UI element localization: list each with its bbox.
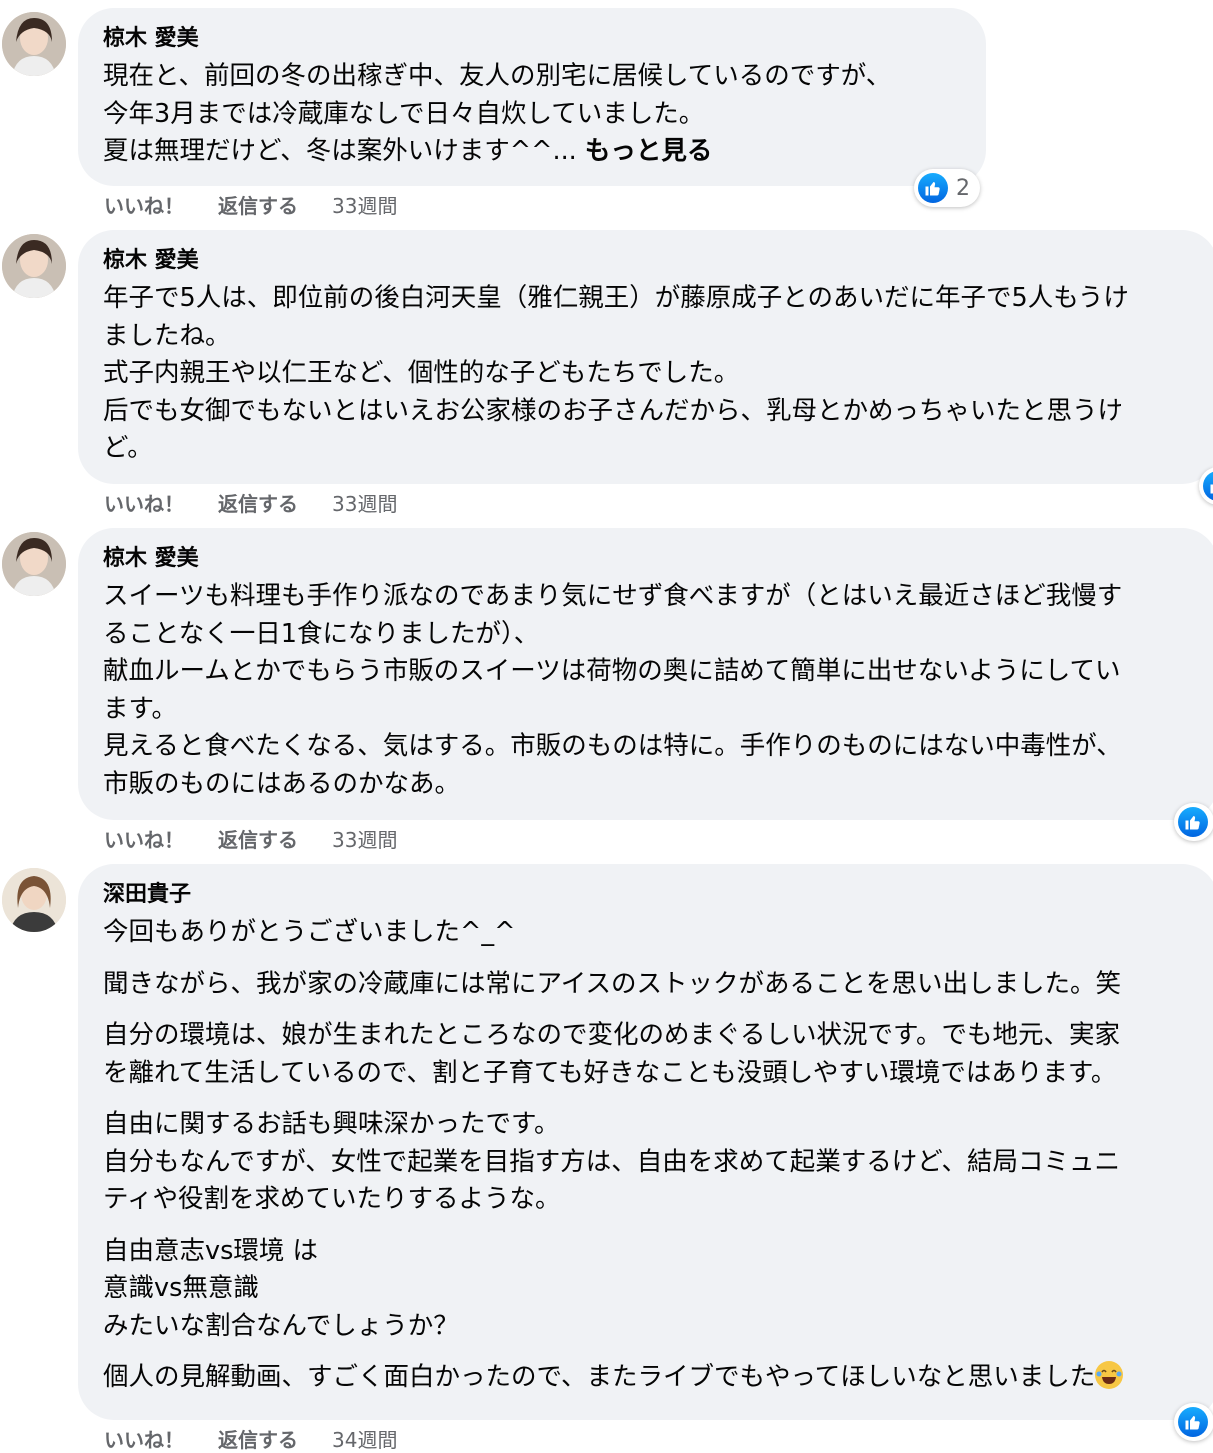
comment-line: 夏は無理だけど、冬は案外いけます^^... もっと見る [103,133,986,171]
comment-line: 今回もありがとうございました^_^ [103,917,516,947]
comment-actions: いいね！ 返信する 33週間 [104,488,431,517]
comment-line: 意識vs無意識 [103,1273,259,1303]
avatar[interactable] [2,532,66,596]
comment-timestamp[interactable]: 33週間 [332,828,397,852]
comment-line: を離れて生活しているので、割と子育ても好きなことも没頭しやすい環境ではあります。 [103,1057,1117,1088]
comment-timestamp[interactable]: 34週間 [332,1428,397,1452]
comment-line: 今年3月までは冷蔵庫なしで日々自炊していました。 [103,98,705,129]
reply-button[interactable]: 返信する [218,1428,298,1452]
comment-line: 聞きながら、我が家の冷蔵庫には常にアイスのストックがあることを思い出しました。笑 [103,968,1121,999]
like-icon [1178,807,1208,837]
like-button[interactable]: いいね！ [104,492,184,516]
comment-text: 年子で5人は、即位前の後白河天皇（雅仁親王）が藤原成子とのあいだに年子で5人もう… [103,280,1213,468]
comment-line: ど。 [103,433,153,463]
like-icon [1178,1407,1208,1437]
comment-line: 自由意志vs環境 は [103,1235,318,1266]
comment-line: みたいな割合なんでしょうか？ [103,1310,459,1341]
comment-timestamp[interactable]: 33週間 [332,194,397,218]
laughing-emoji-icon [1095,1361,1124,1389]
comment-line-text: 個人の見解動画、すごく面白かったので、またライブでもやってほしいなと思いました [103,1362,1096,1392]
reply-button[interactable]: 返信する [218,492,298,516]
reaction-summary[interactable] [1174,803,1213,841]
like-button[interactable]: いいね！ [104,1428,184,1452]
comment-timestamp[interactable]: 33週間 [332,492,397,516]
comment-bubble: 椋木 愛美 年子で5人は、即位前の後白河天皇（雅仁親王）が藤原成子とのあいだに年… [78,230,1213,484]
comment-line: スイーツも料理も手作り派なのであまり気にせず食べますが（とはいえ最近さほど我慢す [103,581,1123,611]
like-button[interactable]: いいね！ [104,194,184,218]
see-more-link[interactable]: もっと見る [585,136,713,166]
comment-line: 自由に関するお話も興味深かったです。 [103,1109,560,1139]
comment-line: ることなく一日1食になりましたが）、 [103,618,540,649]
comment-line: 式子内親王や以仁王など、個性的な子どもたちでした。 [103,358,740,388]
comment-line: 個人の見解動画、すごく面白かったので、またライブでもやってほしいなと思いました [103,1359,1213,1397]
comment-line: 自分の環境は、娘が生まれたところなので変化のめまぐるしい状況です。でも地元、実家 [103,1020,1120,1050]
avatar[interactable] [2,868,66,932]
comment-bubble: 椋木 愛美 現在と、前回の冬の出稼ぎ中、友人の別宅に居候しているのですが、 今年… [78,8,986,186]
comment-line: 年子で5人は、即位前の後白河天皇（雅仁親王）が藤原成子とのあいだに年子で5人もう… [103,283,1129,313]
comment-line: 献血ルームとかでもらう市販のスイーツは荷物の奥に詰めて簡単に出せないようにしてい [103,656,1121,686]
comment-bubble: 深田貴子 今回もありがとうございました^_^ 聞きながら、我が家の冷蔵庫には常に… [78,864,1213,1420]
avatar[interactable] [2,234,66,298]
comment-line: 自分もなんですが、女性で起業を目指す方は、自由を求めて起業するけど、結局コミュニ [103,1146,1120,1177]
comment-actions: いいね！ 返信する 33週間 [104,824,431,853]
comment-text: 現在と、前回の冬の出稼ぎ中、友人の別宅に居候しているのですが、 今年3月までは冷… [103,58,986,171]
like-icon [1203,471,1213,501]
comment-line: 后でも女御でもないとはいえお公家様のお子さんだから、乳母とかめっちゃいたと思うけ [103,395,1124,426]
comment-line: 市販のものにはあるのかなあ。 [103,768,461,799]
avatar[interactable] [2,12,66,76]
comment-actions: いいね！ 返信する 34週間 [104,1424,431,1453]
comment-line: 現在と、前回の冬の出稼ぎ中、友人の別宅に居候しているのですが、 [103,61,892,91]
comment-text: 今回もありがとうございました^_^ 聞きながら、我が家の冷蔵庫には常にアイスのス… [103,914,1213,1397]
like-button[interactable]: いいね！ [104,828,184,852]
comment-line-text: 夏は無理だけど、冬は案外いけます^^... [103,136,577,166]
comment-author[interactable]: 深田貴子 [103,880,1213,910]
comment-author[interactable]: 椋木 愛美 [103,544,1213,574]
comment-line: ティや役割を求めていたりするような。 [103,1184,561,1214]
reaction-count: 2 [956,175,970,201]
comment-line: 見えると食べたくなる、気はする。市販のものは特に。手作りのものにはない中毒性が、 [103,731,1122,761]
comment-text: スイーツも料理も手作り派なのであまり気にせず食べますが（とはいえ最近さほど我慢す… [103,578,1213,803]
comment-line: ましたね。 [103,320,231,351]
comment-author[interactable]: 椋木 愛美 [103,246,1213,276]
reaction-summary[interactable]: 2 [914,169,980,207]
comment-author[interactable]: 椋木 愛美 [103,24,986,54]
comment-actions: いいね！ 返信する 33週間 [104,190,431,219]
reply-button[interactable]: 返信する [218,194,298,218]
like-icon [918,173,948,203]
comment-line: ます。 [103,693,177,724]
reaction-summary[interactable] [1174,1403,1213,1441]
comment-bubble: 椋木 愛美 スイーツも料理も手作り派なのであまり気にせず食べますが（とはいえ最近… [78,528,1213,820]
reply-button[interactable]: 返信する [218,828,298,852]
